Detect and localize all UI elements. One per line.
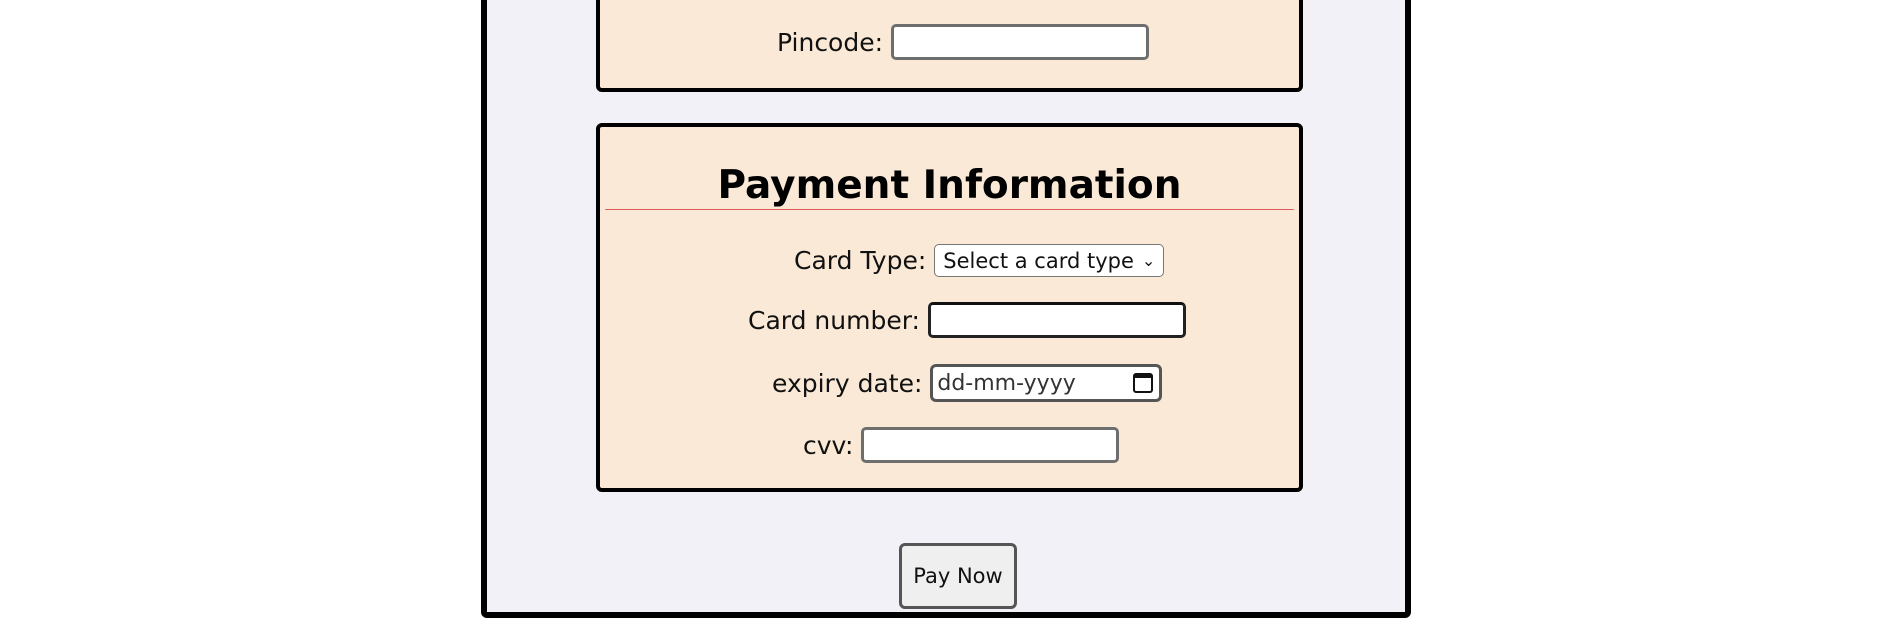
- card-number-label: Card number:: [748, 305, 920, 335]
- payment-title: Payment Information: [717, 163, 1182, 208]
- expiry-row: expiry date: dd-mm-yyyy: [772, 364, 1163, 402]
- card-type-select[interactable]: Select a card type ⌄: [934, 244, 1165, 277]
- card-type-label: Card Type:: [794, 246, 927, 275]
- card-number-row: Card number:: [748, 302, 1186, 338]
- cvv-input[interactable]: [861, 427, 1120, 463]
- expiry-label: expiry date:: [772, 368, 923, 398]
- card-type-row: Card Type: Select a card type ⌄: [794, 244, 1165, 277]
- cvv-row: cvv:: [803, 427, 1120, 463]
- pincode-input[interactable]: [891, 24, 1150, 60]
- expiry-date-input[interactable]: dd-mm-yyyy: [930, 364, 1163, 402]
- title-underline: [605, 209, 1294, 210]
- pincode-label: Pincode:: [777, 27, 884, 57]
- chevron-down-icon: ⌄: [1141, 250, 1156, 270]
- pay-now-button[interactable]: Pay Now: [899, 543, 1017, 609]
- expiry-placeholder: dd-mm-yyyy: [937, 370, 1076, 396]
- pincode-row: Pincode:: [777, 24, 1150, 60]
- cvv-label: cvv:: [803, 430, 854, 460]
- card-type-selected-value: Select a card type: [943, 248, 1134, 273]
- calendar-icon[interactable]: [1133, 373, 1154, 393]
- card-number-input[interactable]: [928, 302, 1186, 338]
